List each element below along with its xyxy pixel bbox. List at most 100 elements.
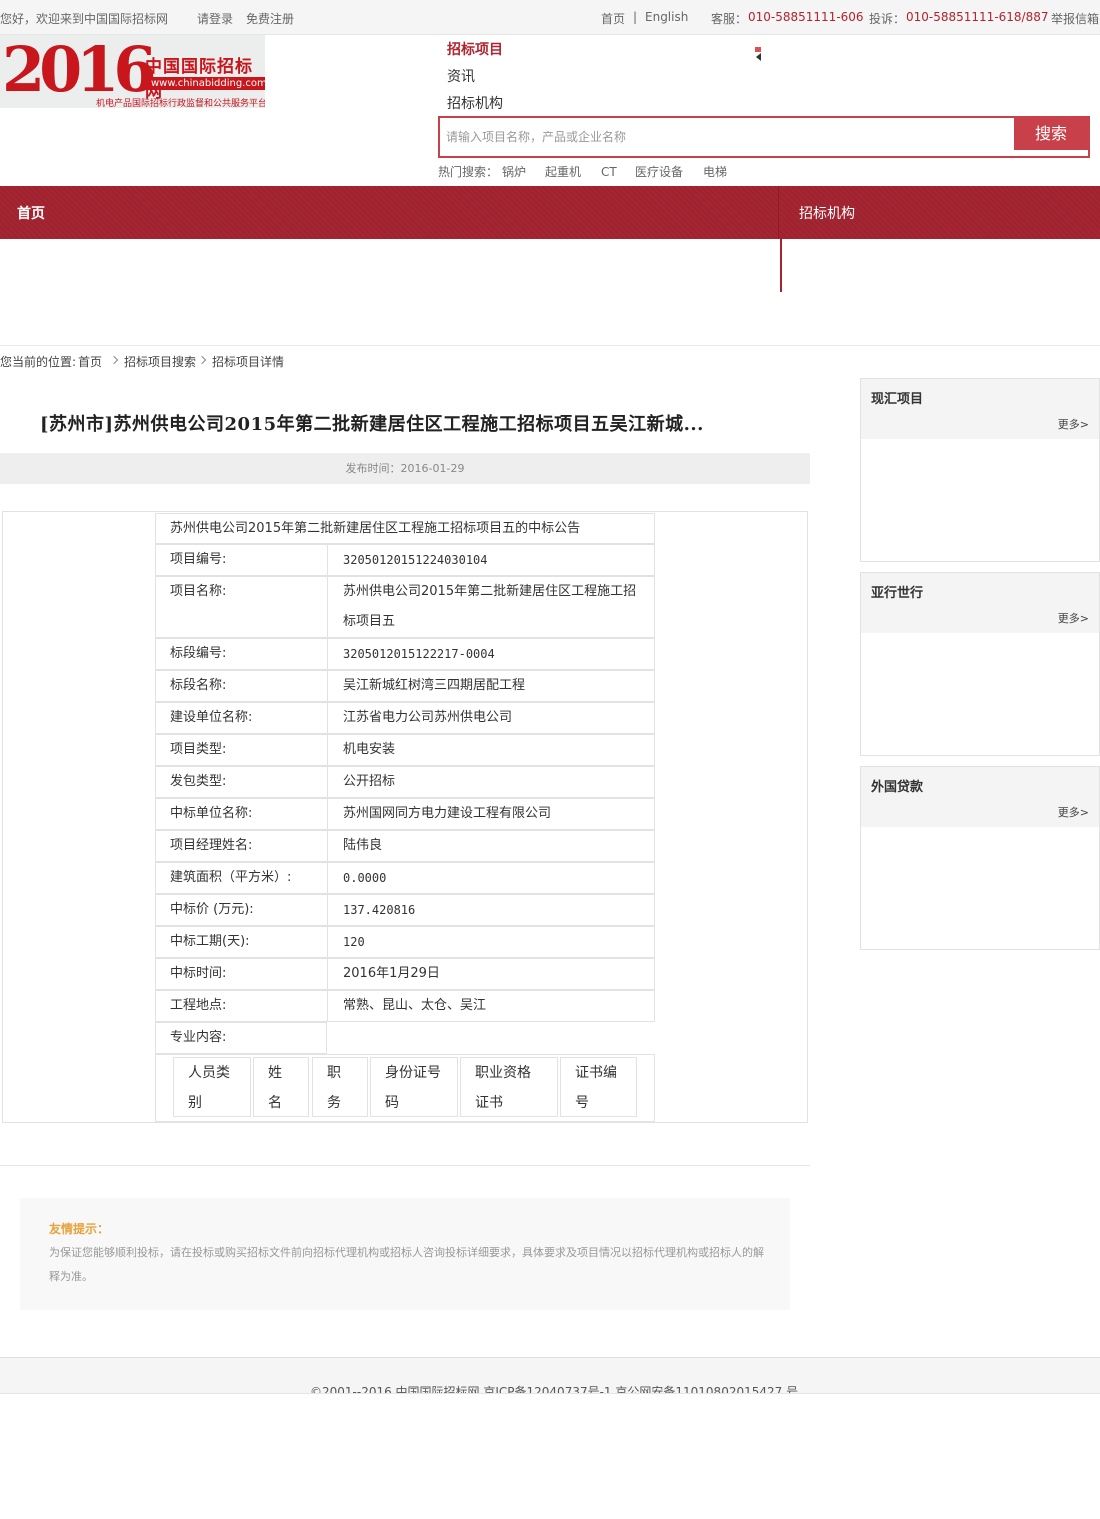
row-label: 标段名称:	[170, 678, 227, 693]
personnel-header-name: 姓名	[253, 1057, 309, 1117]
table-row: 项目类型: 机电安装	[155, 734, 655, 766]
hot-search-label: 热门搜索：	[438, 165, 499, 179]
divider	[0, 345, 1100, 346]
row-label: 中标时间:	[170, 966, 227, 981]
table-row: 标段名称: 吴江新城红树湾三四期居配工程	[155, 670, 655, 702]
chevron-right-icon: >	[1079, 418, 1089, 431]
home-link[interactable]: 首页	[601, 10, 625, 27]
top-bar: 您好，欢迎来到中国国际招标网 请登录 免费注册 首页 | English 客服：…	[0, 0, 1100, 35]
nav-agencies[interactable]: 招标机构	[799, 203, 855, 223]
hot-term[interactable]: 医疗设备	[635, 163, 683, 180]
cell-divider	[327, 863, 328, 893]
row-value: 江苏省电力公司苏州供电公司	[343, 710, 513, 725]
row-value: 苏州供电公司2015年第二批新建居住区工程施工招标项目五	[343, 584, 637, 629]
cell-divider	[327, 577, 328, 637]
chevron-right-icon	[109, 355, 119, 365]
welcome-text: 您好，欢迎来到中国国际招标网	[0, 12, 169, 26]
tab-bidding-projects[interactable]: 招标项目	[447, 39, 503, 59]
tip-box: 友情提示： 为保证您能够顺利投标，请在投标或购买招标文件前向招标代理机构或招标人…	[20, 1198, 790, 1310]
footer-text: ©2001--2016 中国国际招标网 京ICP备12040737号-1 京公网…	[310, 1385, 799, 1394]
row-label: 专业内容:	[170, 1030, 227, 1045]
table-row: 项目经理姓名: 陆伟良	[155, 830, 655, 862]
nav-divider	[778, 186, 779, 239]
table-row: 中标单位名称: 苏州国网同方电力建设工程有限公司	[155, 798, 655, 830]
more-link[interactable]: 更多>	[1058, 804, 1089, 820]
service-label: 客服：	[711, 12, 748, 26]
notice-heading: 苏州供电公司2015年第二批新建居住区工程施工招标项目五的中标公告	[170, 521, 581, 536]
login-link[interactable]: 请登录	[197, 10, 233, 27]
cell-divider	[327, 767, 328, 797]
row-label: 建筑面积（平方米）:	[170, 870, 292, 885]
row-value: 常熟、昆山、太仓、吴江	[343, 998, 487, 1013]
hot-term[interactable]: CT	[601, 165, 617, 179]
personnel-header-qualification: 职业资格证书	[460, 1057, 558, 1117]
personnel-header-category: 人员类别	[173, 1057, 251, 1117]
chevron-right-icon	[197, 355, 207, 365]
row-label: 项目名称:	[170, 584, 227, 599]
logo-url: www.chinabidding.com	[147, 77, 265, 90]
breadcrumb-label: 您当前的位置:	[0, 355, 77, 369]
cell-divider	[327, 671, 328, 701]
row-value: 机电安装	[343, 742, 396, 757]
row-label: 中标单位名称:	[170, 806, 253, 821]
sidebar-box-adb-worldbank: 亚行世行 更多>	[860, 572, 1100, 756]
table-row: 专业内容:	[155, 1022, 327, 1054]
cell-divider	[327, 545, 328, 575]
service-phone: 010-58851111-606	[748, 10, 864, 24]
cell-divider	[327, 703, 328, 733]
hot-term[interactable]: 锅炉	[502, 163, 526, 180]
cell-divider	[327, 927, 328, 957]
table-row: 项目编号: 32050120151224030104	[155, 544, 655, 576]
row-label: 建设单位名称:	[170, 710, 253, 725]
search-input[interactable]	[446, 122, 1006, 152]
table-row: 中标工期(天): 120	[155, 926, 655, 958]
row-value: 公开招标	[343, 774, 396, 789]
tip-heading: 友情提示：	[49, 1222, 110, 1236]
row-label: 工程地点:	[170, 998, 227, 1013]
more-label: 更多	[1057, 806, 1080, 819]
dropdown-edge	[780, 239, 782, 292]
table-row: 中标时间: 2016年1月29日	[155, 958, 655, 990]
personnel-header-id: 身份证号码	[370, 1057, 458, 1117]
cell-divider	[327, 831, 328, 861]
chevron-right-icon: >	[1079, 806, 1089, 819]
notice-heading-row: 苏州供电公司2015年第二批新建居住区工程施工招标项目五的中标公告	[155, 513, 655, 544]
complaint-label: 投诉：	[869, 12, 906, 26]
cell-divider	[327, 735, 328, 765]
register-link[interactable]: 免费注册	[246, 10, 294, 27]
english-link[interactable]: English	[645, 10, 688, 24]
more-link[interactable]: 更多>	[1058, 610, 1089, 626]
tip-text: 为保证您能够顺利投标，请在投标或购买招标文件前向招标代理机构或招标人咨询投标详细…	[49, 1246, 764, 1283]
personnel-header-cert-no: 证书编号	[560, 1057, 637, 1117]
breadcrumb-home[interactable]: 首页	[78, 353, 102, 370]
sidebar-box-cash-projects: 现汇项目 更多>	[860, 378, 1100, 562]
row-label: 中标工期(天):	[170, 934, 250, 949]
logo-slogan: 机电产品国际招标行政监督和公共服务平台	[96, 99, 265, 108]
cell-divider	[327, 895, 328, 925]
publish-date: 发布时间：2016-01-29	[0, 453, 810, 484]
row-value: 吴江新城红树湾三四期居配工程	[343, 678, 526, 693]
report-link[interactable]: 举报信箱	[1051, 10, 1099, 27]
breadcrumb-search[interactable]: 招标项目搜索	[124, 353, 196, 370]
footer: ©2001--2016 中国国际招标网 京ICP备12040737号-1 京公网…	[0, 1357, 1100, 1394]
table-row: 中标价 (万元): 137.420816	[155, 894, 655, 926]
sidebar-box-title: 亚行世行	[871, 586, 924, 601]
nav-home[interactable]: 首页	[17, 203, 45, 223]
tab-news[interactable]: 资讯	[447, 66, 475, 86]
row-value: 陆伟良	[343, 838, 383, 853]
complaint-phone: 010-58851111-618/887	[906, 10, 1049, 24]
row-label: 项目经理姓名:	[170, 838, 253, 853]
site-logo[interactable]: 2016 中国国际招标网 www.chinabidding.com 机电产品国际…	[0, 35, 265, 108]
row-value: 137.420816	[343, 903, 416, 917]
table-row: 建设单位名称: 江苏省电力公司苏州供电公司	[155, 702, 655, 734]
more-label: 更多	[1057, 612, 1080, 625]
broken-image-icon	[755, 47, 761, 61]
search-button[interactable]: 搜索	[1014, 118, 1088, 150]
row-label: 标段编号:	[170, 646, 227, 661]
hot-term[interactable]: 起重机	[545, 163, 581, 180]
personnel-header-position: 职务	[312, 1057, 368, 1117]
tab-agencies[interactable]: 招标机构	[447, 93, 503, 113]
page-title: [苏州市]苏州供电公司2015年第二批新建居住区工程施工招标项目五吴江新城...	[40, 414, 704, 435]
more-link[interactable]: 更多>	[1058, 416, 1089, 432]
hot-term[interactable]: 电梯	[703, 163, 727, 180]
